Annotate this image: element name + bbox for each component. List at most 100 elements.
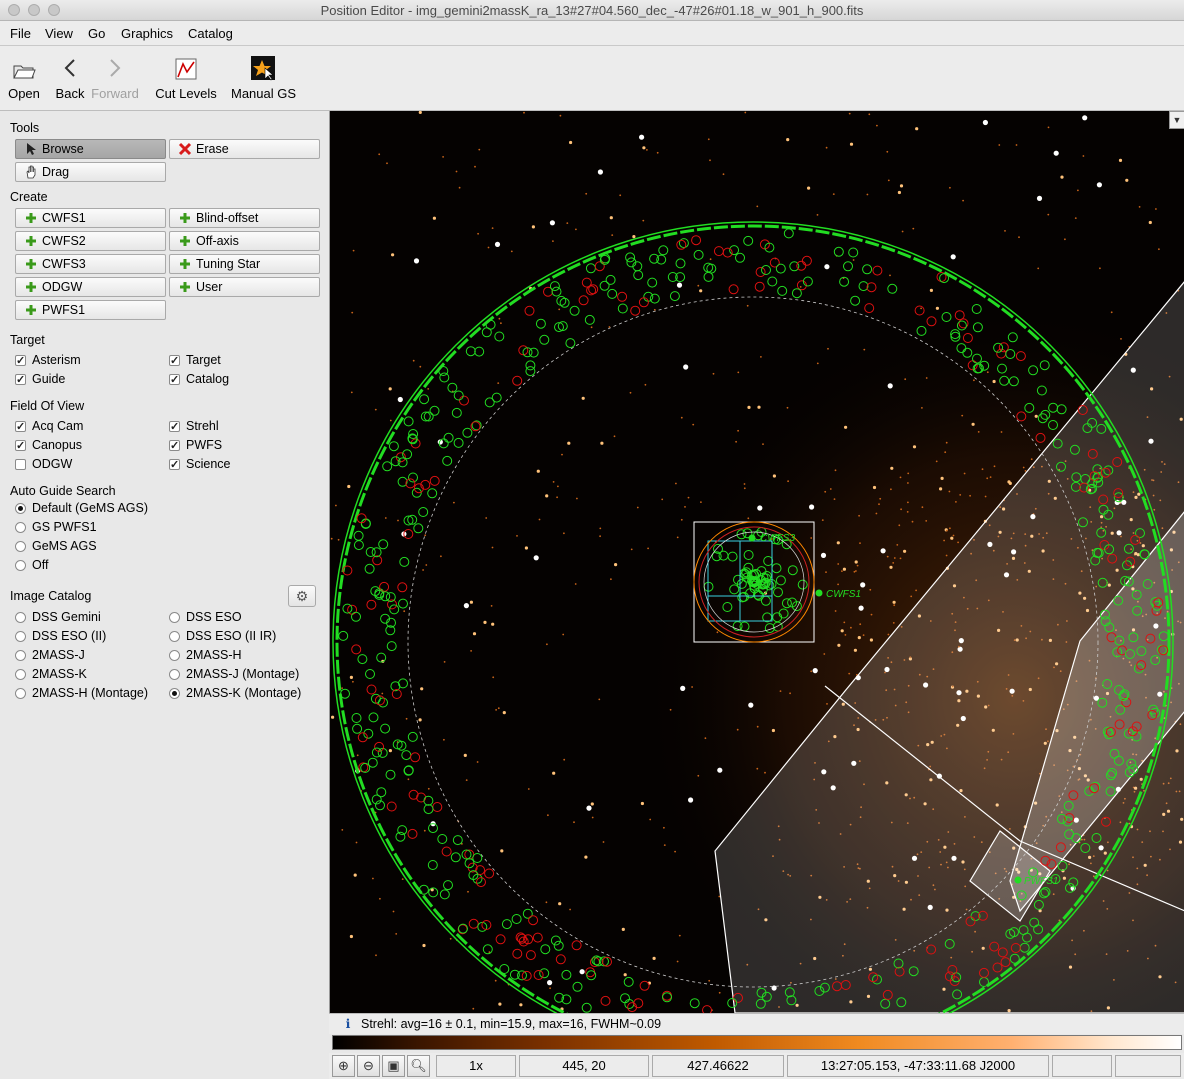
catalog-2mass-k-montage-radio[interactable]: 2MASS-K (Montage) xyxy=(169,685,301,701)
create-user-button[interactable]: User xyxy=(169,277,320,297)
cwfs3-label: CWFS3 xyxy=(760,533,795,544)
create-tuning-star-button[interactable]: Tuning Star xyxy=(169,254,320,274)
science-checkbox[interactable]: Science xyxy=(169,456,230,473)
catalog-2mass-h-montage-radio[interactable]: 2MASS-H (Montage) xyxy=(15,685,148,701)
plus-icon xyxy=(26,305,36,315)
cut-levels-button[interactable]: Cut Levels xyxy=(155,54,217,101)
back-button[interactable]: Back xyxy=(53,54,87,101)
star xyxy=(1053,150,1059,156)
cwfs1-marker[interactable] xyxy=(815,589,823,597)
target-checkbox[interactable]: Target xyxy=(169,352,221,369)
create-off-axis-button[interactable]: Off-axis xyxy=(169,231,320,251)
catalog-2mass-h-radio[interactable]: 2MASS-H xyxy=(169,647,242,663)
catalog-dss-eso-ii-radio[interactable]: DSS ESO (II) xyxy=(15,628,106,644)
zoom-box-button[interactable]: 🔍︎ xyxy=(407,1055,430,1077)
star xyxy=(907,482,909,484)
create-pwfs1-button[interactable]: PWFS1 xyxy=(15,300,166,320)
star xyxy=(663,844,666,846)
forward-button[interactable]: Forward xyxy=(90,54,140,101)
star xyxy=(395,933,398,935)
star xyxy=(669,708,672,711)
star xyxy=(704,737,707,740)
zoom-fit-icon: ▣ xyxy=(387,1058,400,1073)
star xyxy=(1082,115,1088,121)
sky-image[interactable]: CWFS3 CWFS1 PWFS1 xyxy=(330,111,1184,1013)
histogram-icon xyxy=(175,58,197,80)
create-odgw-button[interactable]: ODGW xyxy=(15,277,166,297)
asterism-checkbox[interactable]: Asterism xyxy=(15,352,81,369)
star xyxy=(1034,414,1038,418)
create-cwfs1-button[interactable]: CWFS1 xyxy=(15,208,166,228)
star xyxy=(498,317,501,320)
star xyxy=(614,563,618,567)
display-options-dropdown[interactable]: ▼ xyxy=(1169,111,1184,129)
status-bar: i Strehl: avg=16 ± 0.1, min=15.9, max=16,… xyxy=(329,1013,1184,1034)
menu-file[interactable]: File xyxy=(10,26,31,41)
pwfs1-marker[interactable] xyxy=(1014,876,1022,884)
ags-gems-radio[interactable]: GeMS AGS xyxy=(15,538,97,554)
star xyxy=(959,494,962,496)
catalog-dss-eso-ii-ir-radio[interactable]: DSS ESO (II IR) xyxy=(169,628,276,644)
star xyxy=(875,512,878,515)
star xyxy=(898,524,901,527)
create-blind-offset-button[interactable]: Blind-offset xyxy=(169,208,320,228)
zoom-in-button[interactable]: ⊕ xyxy=(332,1055,355,1077)
guide-checkbox[interactable]: Guide xyxy=(15,371,65,388)
catalog-2mass-j-montage-radio[interactable]: 2MASS-J (Montage) xyxy=(169,666,299,682)
star xyxy=(642,219,645,222)
open-button[interactable]: Open xyxy=(6,54,42,101)
star xyxy=(841,570,843,572)
checkbox-mark xyxy=(15,438,26,454)
star xyxy=(810,537,813,539)
star xyxy=(890,466,894,470)
image-display[interactable]: CWFS3 CWFS1 PWFS1 ▼ xyxy=(329,111,1184,1013)
catalog-dss-eso-radio[interactable]: DSS ESO xyxy=(169,609,242,625)
erase-button[interactable]: Erase xyxy=(169,139,320,159)
info-icon: i xyxy=(345,1016,351,1031)
star xyxy=(921,407,923,409)
star xyxy=(552,771,556,775)
zoom-out-button[interactable]: ⊖ xyxy=(357,1055,380,1077)
menu-go[interactable]: Go xyxy=(88,26,105,41)
menu-catalog[interactable]: Catalog xyxy=(188,26,233,41)
star xyxy=(653,308,656,311)
ags-default-radio[interactable]: Default (GeMS AGS) xyxy=(15,500,148,516)
star xyxy=(1148,220,1152,225)
acq-cam-checkbox[interactable]: Acq Cam xyxy=(15,418,83,435)
drag-button[interactable]: Drag xyxy=(15,162,166,182)
star xyxy=(911,520,914,523)
star xyxy=(545,901,548,904)
star xyxy=(735,440,737,443)
zoom-fit-button[interactable]: ▣ xyxy=(382,1055,405,1077)
star xyxy=(676,536,679,539)
browse-button[interactable]: Browse xyxy=(15,139,166,159)
cwfs3-marker[interactable] xyxy=(748,534,756,542)
pwfs-checkbox[interactable]: PWFS xyxy=(169,437,222,454)
ags-off-radio[interactable]: Off xyxy=(15,557,48,573)
star xyxy=(859,623,862,626)
create-cwfs3-button[interactable]: CWFS3 xyxy=(15,254,166,274)
menu-graphics[interactable]: Graphics xyxy=(121,26,173,41)
star xyxy=(837,563,840,565)
catalog-2mass-k-radio[interactable]: 2MASS-K xyxy=(15,666,87,682)
catalog-dss-gemini-radio[interactable]: DSS Gemini xyxy=(15,609,101,625)
manual-gs-button[interactable]: Manual GS xyxy=(231,54,296,101)
star xyxy=(341,687,343,689)
star xyxy=(712,372,715,375)
odgw-checkbox[interactable]: ODGW xyxy=(15,456,72,472)
catalog-checkbox[interactable]: Catalog xyxy=(169,371,229,388)
catalog-settings-button[interactable]: ⚙ xyxy=(288,585,316,607)
star xyxy=(762,443,764,445)
strehl-checkbox[interactable]: Strehl xyxy=(169,418,219,435)
ags-gs-pwfs1-radio[interactable]: GS PWFS1 xyxy=(15,519,97,535)
star xyxy=(467,890,469,893)
star xyxy=(500,322,502,325)
star xyxy=(912,227,915,230)
catalog-2mass-j-radio[interactable]: 2MASS-J xyxy=(15,647,85,663)
canopus-checkbox[interactable]: Canopus xyxy=(15,437,82,454)
menu-view[interactable]: View xyxy=(45,26,73,41)
colorbar[interactable] xyxy=(332,1035,1182,1050)
create-cwfs2-button[interactable]: CWFS2 xyxy=(15,231,166,251)
star xyxy=(412,359,415,362)
plus-icon xyxy=(26,213,36,223)
